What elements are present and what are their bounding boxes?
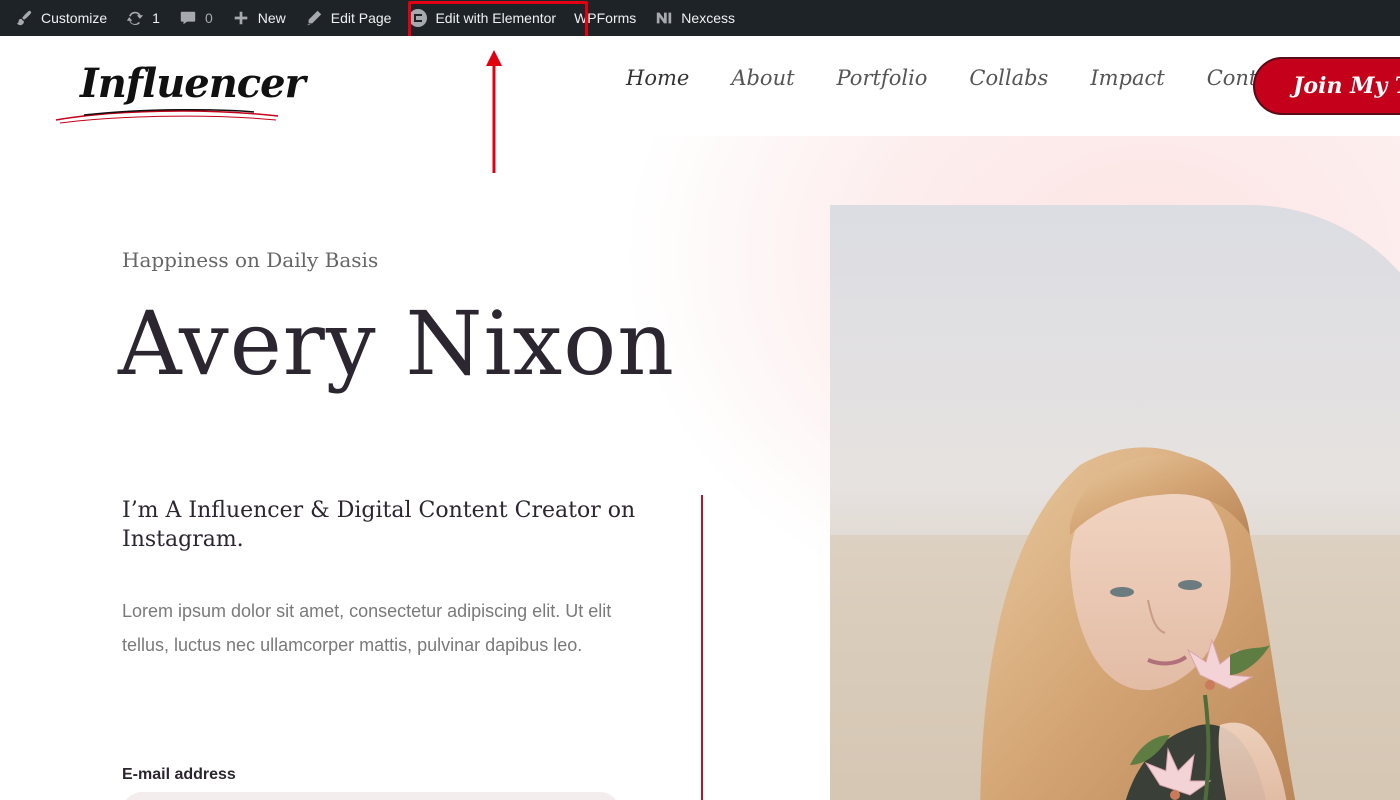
nexcess-logo-icon (654, 8, 674, 28)
edit-page-link[interactable]: Edit Page (304, 0, 392, 36)
new-label: New (257, 10, 286, 26)
refresh-icon (125, 8, 145, 28)
plus-icon (231, 8, 251, 28)
vertical-divider (701, 495, 703, 800)
nav-portfolio[interactable]: Portfolio (837, 66, 928, 90)
comments-count: 0 (204, 10, 213, 26)
wpforms-label: WPForms (574, 10, 637, 26)
wpforms-link[interactable]: WPForms (574, 0, 636, 36)
red-arrow-annotation (486, 50, 502, 173)
edit-with-elementor-link[interactable]: Edit with Elementor (409, 0, 556, 36)
new-content-link[interactable]: New (231, 0, 286, 36)
edit-page-label: Edit Page (330, 10, 392, 26)
nexcess-label: Nexcess (681, 10, 735, 26)
pencil-icon (304, 8, 324, 28)
comment-bubble-icon (178, 8, 198, 28)
logo-underline-swash (55, 108, 279, 124)
nav-collabs[interactable]: Collabs (969, 66, 1048, 90)
updates-count: 1 (152, 10, 160, 26)
email-label: E-mail address (122, 766, 236, 783)
nexcess-link[interactable]: Nexcess (654, 0, 735, 36)
site-logo[interactable]: Influencer (54, 56, 306, 128)
email-input[interactable] (122, 792, 620, 800)
join-my-team-button[interactable]: Join My Team (1253, 57, 1400, 115)
main-nav: Home About Portfolio Collabs Impact Cont… (626, 66, 1332, 90)
customize-link[interactable]: Customize (14, 0, 107, 36)
nav-home[interactable]: Home (626, 66, 689, 90)
elementor-icon (409, 9, 428, 27)
wp-admin-bar: Customize 1 0 New Edit Page Edit with El… (0, 0, 1400, 36)
hero-portrait-photo (830, 205, 1400, 800)
portrait-illustration (830, 447, 1400, 800)
nav-impact[interactable]: Impact (1090, 66, 1164, 90)
logo-text: Influencer (80, 60, 306, 107)
edit-elementor-label: Edit with Elementor (435, 10, 557, 26)
customize-label: Customize (41, 10, 108, 26)
site-header: Influencer Home About Portfolio Collabs … (0, 36, 1400, 136)
hero-tagline: I’m A Influencer & Digital Content Creat… (122, 498, 636, 552)
hero-subtitle: Happiness on Daily Basis (122, 248, 379, 272)
comments-link[interactable]: 0 (178, 0, 213, 36)
paintbrush-icon (14, 8, 34, 28)
nav-about[interactable]: About (731, 66, 794, 90)
hero-name-heading: Avery Nixon (118, 292, 675, 395)
updates-link[interactable]: 1 (125, 0, 160, 36)
hero-body-text: Lorem ipsum dolor sit amet, consectetur … (122, 601, 612, 655)
